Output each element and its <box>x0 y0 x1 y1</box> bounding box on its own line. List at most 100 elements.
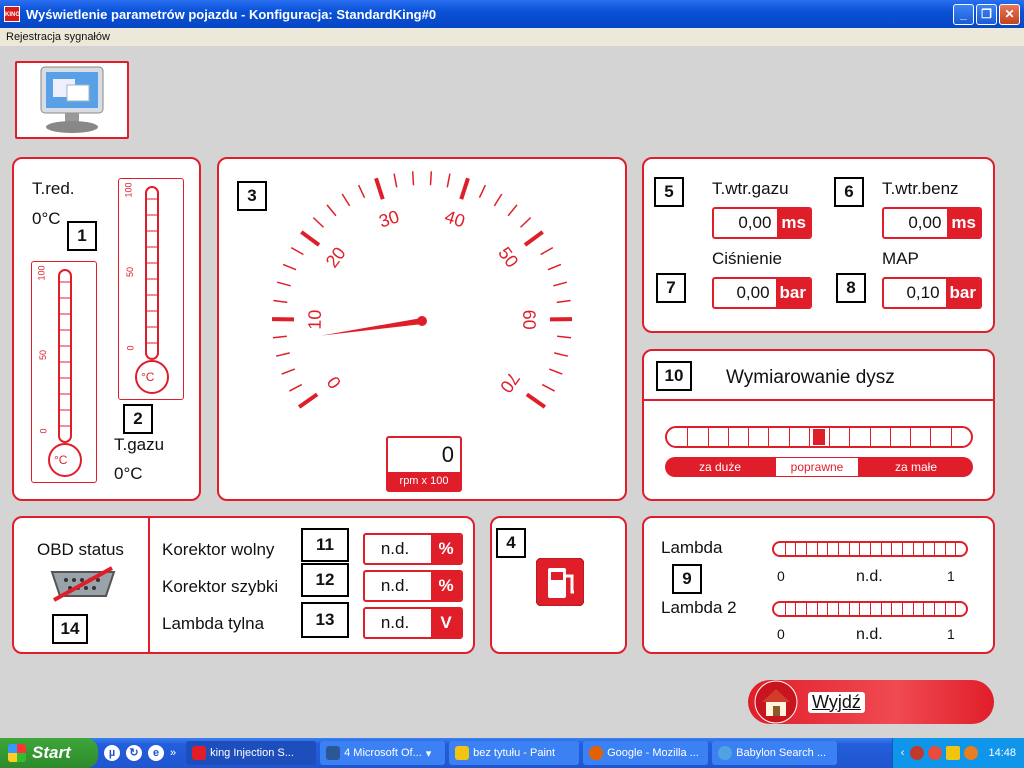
ie-icon[interactable]: e <box>148 745 164 761</box>
label-number-13: 13 <box>301 602 349 638</box>
king-task-icon <box>192 746 207 760</box>
monitor-button[interactable] <box>15 61 129 139</box>
tray-warning-icon[interactable] <box>946 746 961 760</box>
rpm-display: 0 rpm x 100 <box>386 436 462 492</box>
lambda1-value: n.d. <box>856 568 883 585</box>
quicklaunch-expand-icon[interactable]: » <box>170 747 176 759</box>
minimize-button[interactable]: _ <box>953 3 974 25</box>
gauge-tick <box>341 193 351 207</box>
task-paint[interactable]: bez tytułu - Paint <box>449 741 580 765</box>
map-value: 0,10 <box>906 283 940 302</box>
babylon-task-icon <box>718 746 733 760</box>
lambda1-segments <box>774 543 966 555</box>
lambda-segment-divider <box>923 543 925 555</box>
petrol-injection-time-label: T.wtr.benz <box>882 179 959 198</box>
office-task-icon <box>326 746 341 760</box>
lambda2-value: n.d. <box>856 626 883 643</box>
task-firefox[interactable]: Google - Mozilla ... <box>583 741 709 765</box>
fuel-pump-icon[interactable] <box>536 558 584 606</box>
start-label: Start <box>32 743 71 762</box>
gauge-tick <box>276 352 290 357</box>
nozzle-segment-divider <box>869 428 871 446</box>
nozzle-segment-divider <box>727 428 729 446</box>
gas-scale-100: 100 <box>123 182 134 198</box>
gauge-label-20: 20 <box>322 243 350 271</box>
label-number-5: 5 <box>654 177 684 207</box>
nozzle-segment-divider <box>930 428 932 446</box>
too-small-label: za małe <box>894 460 938 474</box>
app-icon: KING <box>4 6 20 22</box>
nozzle-segment-divider <box>768 428 770 446</box>
label-number-11: 11 <box>301 528 349 562</box>
tray-expand-icon[interactable]: ‹ <box>901 747 905 759</box>
close-button[interactable]: ✕ <box>999 3 1020 25</box>
lambda-segment-divider <box>848 543 850 555</box>
tray-icon-4[interactable] <box>964 746 979 760</box>
lambda-segment-divider <box>838 543 839 555</box>
lambda-segment-divider <box>816 543 818 555</box>
label-number-12: 12 <box>301 563 349 597</box>
petrol-injection-time-field: 0,00 ms <box>882 207 982 239</box>
nozzle-bar <box>665 426 973 448</box>
window-titlebar[interactable]: KING Wyświetlenie parametrów pojazdu - K… <box>0 0 1024 28</box>
lambda-segment-divider <box>795 543 797 555</box>
utorrent-icon[interactable]: µ <box>104 745 120 761</box>
lambda1-max: 1 <box>947 568 955 584</box>
task-label-5: Babylon Search ... <box>736 747 827 759</box>
lambda-segment-divider <box>784 603 786 615</box>
lambda-segment-divider <box>827 543 829 555</box>
exit-button[interactable]: Wyjdź <box>748 680 994 724</box>
task-babylon[interactable]: Babylon Search ... <box>712 741 838 765</box>
task-microsoft-office[interactable]: 4 Microsoft Of... ▾ <box>320 741 446 765</box>
task-king-injection[interactable]: king Injection S... <box>186 741 317 765</box>
pressure-label: Ciśnienie <box>712 249 782 268</box>
nozzle-divider <box>644 399 993 401</box>
gauge-tick <box>290 246 304 256</box>
menu-item-signal-recording[interactable]: Rejestracja sygnałów <box>6 31 110 43</box>
gauge-label-60: 60 <box>519 310 539 330</box>
gauge-label-30: 30 <box>377 206 402 231</box>
lambda2-segments <box>774 603 966 615</box>
lambda-segment-divider <box>795 603 797 615</box>
task-group-arrow-icon: ▾ <box>425 747 432 760</box>
lambda1-min: 0 <box>777 568 785 584</box>
tray-icon-1[interactable] <box>910 746 925 760</box>
paint-task-icon <box>455 746 470 760</box>
gauge-label-10: 10 <box>305 310 325 330</box>
start-button[interactable]: Start <box>0 738 98 768</box>
lambda1-bar <box>772 541 968 557</box>
reducer-thermometer: 100 50 0 °C <box>31 261 97 483</box>
rear-lambda-unit: V <box>431 609 461 637</box>
lambda-segment-divider <box>891 543 893 555</box>
lambda-segment-divider <box>902 603 903 615</box>
gauge-tick <box>548 368 563 375</box>
gauge-label-0: 0 <box>323 373 345 393</box>
menu-bar: Rejestracja sygnałów <box>0 28 1024 46</box>
too-big-label: za duże <box>698 460 742 474</box>
refresh-icon[interactable]: ↻ <box>126 745 142 761</box>
pressure-field: 0,00 bar <box>712 277 812 309</box>
label-number-14: 14 <box>52 614 88 644</box>
task-label-1: king Injection S... <box>210 747 294 759</box>
maximize-button[interactable]: ❐ <box>976 3 997 25</box>
lambda-segment-divider <box>870 603 871 615</box>
label-number-6: 6 <box>834 177 864 207</box>
gas-scale-50: 50 <box>125 266 136 278</box>
taskbar: Start µ ↻ e » king Injection S... 4 Micr… <box>0 738 1024 768</box>
lambda2-max: 1 <box>947 626 955 642</box>
gas-unit: °C <box>141 370 155 384</box>
gas-thermometer: 100 50 0 °C <box>118 178 184 400</box>
gas-injection-time-unit: ms <box>777 209 810 237</box>
windows-logo-icon <box>8 744 26 762</box>
tray-icon-2[interactable] <box>928 746 943 760</box>
obd-divider <box>148 518 150 652</box>
lambda-segment-divider <box>827 603 829 615</box>
rpm-unit: rpm x 100 <box>388 472 460 490</box>
lambda-segment-divider <box>784 543 786 555</box>
lambda-segment-divider <box>923 603 925 615</box>
gauge-tick <box>297 392 319 409</box>
gauge-tick <box>282 263 297 271</box>
task-label-2: 4 Microsoft Of... <box>344 747 422 759</box>
lambda-segment-divider <box>870 543 871 555</box>
nozzle-segment-divider <box>950 428 952 446</box>
